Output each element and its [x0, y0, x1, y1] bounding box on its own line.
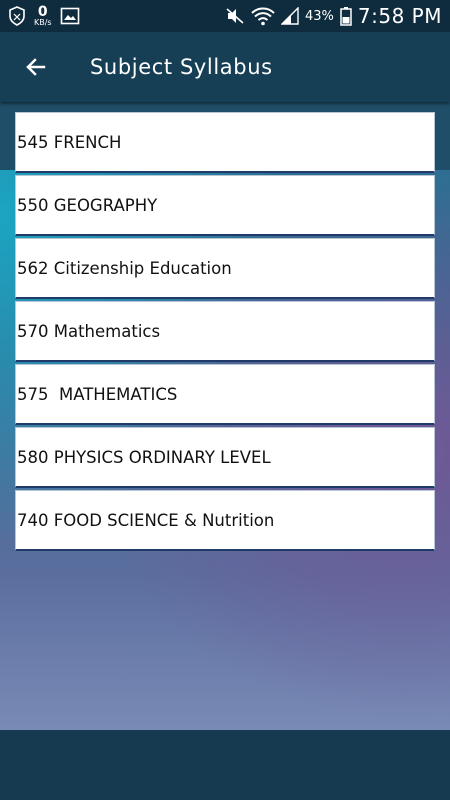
status-bar-left: 0 KB/s [8, 0, 80, 32]
mute-icon [226, 8, 244, 24]
network-speed-unit: KB/s [34, 18, 52, 27]
arrow-left-icon [26, 58, 46, 76]
status-bar: 0 KB/s 43% 7:58 PM [0, 0, 450, 32]
list-item-575-mathematics[interactable]: 575 MATHEMATICS [15, 364, 435, 425]
image-notification-icon [60, 7, 79, 25]
list-item-label: 562 Citizenship Education [17, 258, 232, 278]
battery-percent: 43% [305, 8, 334, 24]
list-item-label: 740 FOOD SCIENCE & Nutrition [17, 510, 275, 530]
subject-list: 545 FRENCH 550 GEOGRAPHY 562 Citizenship… [15, 112, 435, 553]
list-item-570-mathematics[interactable]: 570 Mathematics [15, 301, 435, 362]
cell-signal-icon [281, 7, 299, 25]
list-item-740-food-science[interactable]: 740 FOOD SCIENCE & Nutrition [15, 490, 435, 551]
list-item-label: 575 MATHEMATICS [17, 384, 178, 404]
bottom-bar [0, 730, 450, 800]
status-bar-right: 43% 7:58 PM [225, 0, 442, 32]
clock: 7:58 PM [357, 4, 442, 28]
list-item-545-french[interactable]: 545 FRENCH [15, 112, 435, 173]
page-title: Subject Syllabus [90, 55, 273, 79]
list-item-label: 550 GEOGRAPHY [17, 195, 158, 215]
list-item-550-geography[interactable]: 550 GEOGRAPHY [15, 175, 435, 236]
list-item-label: 570 Mathematics [17, 321, 161, 341]
back-button[interactable] [14, 45, 58, 89]
list-item-562-citizenship[interactable]: 562 Citizenship Education [15, 238, 435, 299]
list-item-label: 545 FRENCH [17, 132, 122, 152]
list-item-580-physics[interactable]: 580 PHYSICS ORDINARY LEVEL [15, 427, 435, 488]
network-speed-indicator: 0 KB/s [34, 5, 52, 27]
list-item-label: 580 PHYSICS ORDINARY LEVEL [17, 447, 271, 467]
security-shield-icon [9, 6, 25, 26]
app-bar: Subject Syllabus [0, 32, 450, 102]
network-speed-value: 0 [37, 4, 48, 20]
wifi-icon [251, 7, 275, 26]
battery-icon [340, 7, 352, 26]
content-area: 545 FRENCH 550 GEOGRAPHY 562 Citizenship… [0, 102, 450, 730]
